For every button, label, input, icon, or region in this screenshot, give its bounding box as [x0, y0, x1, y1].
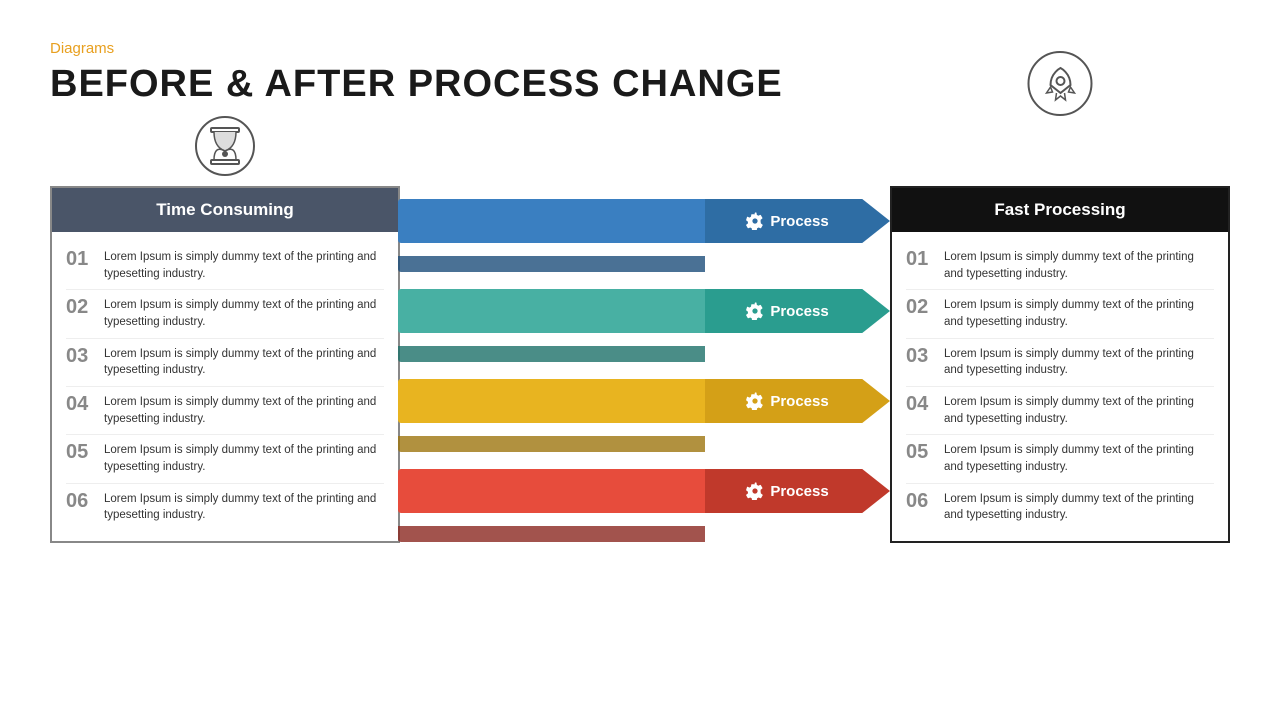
left-panel-item-6: 06 Lorem Ipsum is simply dummy text of t… — [66, 484, 384, 531]
right-item-num-5: 05 — [906, 442, 934, 462]
hourglass-icon — [195, 116, 255, 176]
right-item-text-3: Lorem Ipsum is simply dummy text of the … — [944, 346, 1214, 379]
arrow-label-3: Process — [746, 392, 828, 410]
fold-1 — [398, 256, 705, 272]
process-label-2: Process — [770, 303, 828, 320]
right-item-text-1: Lorem Ipsum is simply dummy text of the … — [944, 249, 1214, 282]
left-panel-header: Time Consuming — [52, 188, 398, 232]
left-panel-box: Time Consuming 01 Lorem Ipsum is simply … — [50, 186, 400, 543]
content-area: Time Consuming 01 Lorem Ipsum is simply … — [50, 126, 1230, 543]
item-text-2: Lorem Ipsum is simply dummy text of the … — [104, 297, 384, 330]
middle-area: Process Process — [398, 186, 890, 542]
right-panel-item-5: 05 Lorem Ipsum is simply dummy text of t… — [906, 435, 1214, 483]
rocket-icon — [1028, 51, 1093, 116]
slide: Diagrams BEFORE & AFTER PROCESS CHANGE T… — [0, 0, 1280, 720]
arrow-3: Process — [705, 379, 890, 423]
right-panel-item-6: 06 Lorem Ipsum is simply dummy text of t… — [906, 484, 1214, 531]
right-panel-item-4: 04 Lorem Ipsum is simply dummy text of t… — [906, 387, 1214, 435]
arrow-2: Process — [705, 289, 890, 333]
item-text-6: Lorem Ipsum is simply dummy text of the … — [104, 491, 384, 524]
item-text-4: Lorem Ipsum is simply dummy text of the … — [104, 394, 384, 427]
item-num-4: 04 — [66, 394, 94, 414]
flow-row-1: Process — [398, 186, 890, 256]
right-item-num-2: 02 — [906, 297, 934, 317]
fold-row-3 — [398, 436, 890, 452]
arrow-1: Process — [705, 199, 890, 243]
band-2-top — [398, 289, 705, 333]
item-num-6: 06 — [66, 491, 94, 511]
process-label-3: Process — [770, 393, 828, 410]
flow-row-3: Process — [398, 366, 890, 436]
right-item-text-6: Lorem Ipsum is simply dummy text of the … — [944, 491, 1214, 524]
arrow-label-4: Process — [746, 482, 828, 500]
right-panel-item-2: 02 Lorem Ipsum is simply dummy text of t… — [906, 290, 1214, 338]
item-num-1: 01 — [66, 249, 94, 269]
right-item-num-1: 01 — [906, 249, 934, 269]
right-panel: Fast Processing 01 Lorem Ipsum is simply… — [890, 126, 1230, 543]
fold-row-1 — [398, 256, 890, 272]
right-panel-item-1: 01 Lorem Ipsum is simply dummy text of t… — [906, 242, 1214, 290]
arrow-label-2: Process — [746, 302, 828, 320]
fold-4 — [398, 526, 705, 542]
item-num-3: 03 — [66, 346, 94, 366]
right-panel-item-3: 03 Lorem Ipsum is simply dummy text of t… — [906, 339, 1214, 387]
arrow-label-1: Process — [746, 212, 828, 230]
right-item-text-5: Lorem Ipsum is simply dummy text of the … — [944, 442, 1214, 475]
left-panel-item-3: 03 Lorem Ipsum is simply dummy text of t… — [66, 339, 384, 387]
process-label-1: Process — [770, 213, 828, 230]
item-num-2: 02 — [66, 297, 94, 317]
fold-row-2 — [398, 346, 890, 362]
item-num-5: 05 — [66, 442, 94, 462]
process-label-4: Process — [770, 483, 828, 500]
left-panel-item-2: 02 Lorem Ipsum is simply dummy text of t… — [66, 290, 384, 338]
arrow-4: Process — [705, 469, 890, 513]
flow-row-2: Process — [398, 276, 890, 346]
flow-row-4: Process — [398, 456, 890, 526]
right-item-num-3: 03 — [906, 346, 934, 366]
left-panel-item-4: 04 Lorem Ipsum is simply dummy text of t… — [66, 387, 384, 435]
item-text-5: Lorem Ipsum is simply dummy text of the … — [104, 442, 384, 475]
fold-3 — [398, 436, 705, 452]
band-1-top — [398, 199, 705, 243]
band-3-top — [398, 379, 705, 423]
left-panel-items: 01 Lorem Ipsum is simply dummy text of t… — [52, 232, 398, 541]
right-panel-items: 01 Lorem Ipsum is simply dummy text of t… — [892, 232, 1228, 541]
left-panel: Time Consuming 01 Lorem Ipsum is simply … — [50, 186, 400, 543]
fold-row-4 — [398, 526, 890, 542]
right-item-text-4: Lorem Ipsum is simply dummy text of the … — [944, 394, 1214, 427]
left-panel-item-1: 01 Lorem Ipsum is simply dummy text of t… — [66, 242, 384, 290]
right-panel-box: Fast Processing 01 Lorem Ipsum is simply… — [890, 186, 1230, 543]
right-item-text-2: Lorem Ipsum is simply dummy text of the … — [944, 297, 1214, 330]
band-4-top — [398, 469, 705, 513]
item-text-1: Lorem Ipsum is simply dummy text of the … — [104, 249, 384, 282]
fold-2 — [398, 346, 705, 362]
right-item-num-6: 06 — [906, 491, 934, 511]
right-item-num-4: 04 — [906, 394, 934, 414]
item-text-3: Lorem Ipsum is simply dummy text of the … — [104, 346, 384, 379]
left-panel-item-5: 05 Lorem Ipsum is simply dummy text of t… — [66, 435, 384, 483]
right-panel-header: Fast Processing — [892, 188, 1228, 232]
